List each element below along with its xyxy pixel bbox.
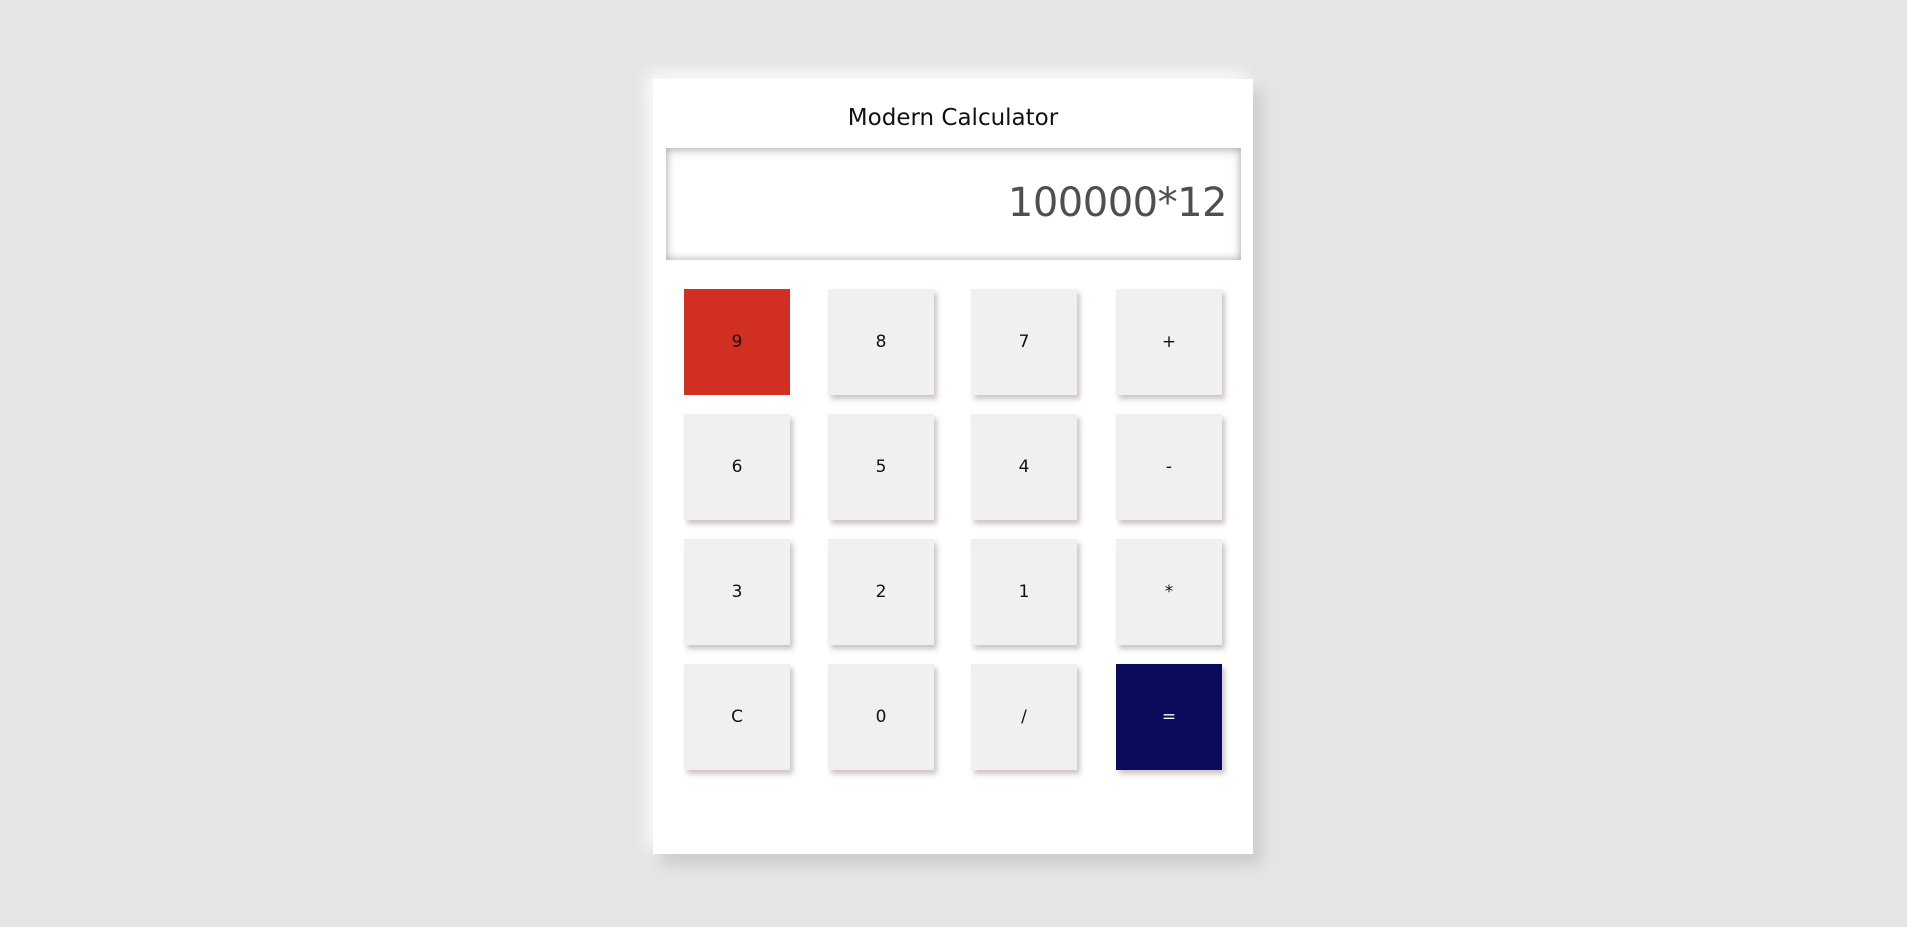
- key-label: *: [1164, 582, 1174, 602]
- key-9-button[interactable]: 9: [684, 289, 790, 395]
- display-value: 100000*12: [1007, 180, 1228, 226]
- key-label: =: [1161, 707, 1177, 727]
- key-divide-button[interactable]: /: [971, 664, 1077, 770]
- key-3-button[interactable]: 3: [684, 539, 790, 645]
- key-label: 0: [875, 707, 887, 727]
- key-label: /: [1021, 707, 1027, 727]
- key-0-button[interactable]: 0: [828, 664, 934, 770]
- key-label: 1: [1018, 582, 1030, 602]
- key-label: 4: [1018, 457, 1030, 477]
- key-minus-button[interactable]: -: [1116, 414, 1222, 520]
- key-label: 2: [875, 582, 887, 602]
- key-label: -: [1165, 457, 1173, 477]
- key-label: 6: [731, 457, 743, 477]
- key-label: 5: [875, 457, 887, 477]
- key-plus-button[interactable]: +: [1116, 289, 1222, 395]
- calculator-title: Modern Calculator: [847, 105, 1059, 131]
- key-label: 7: [1018, 332, 1030, 352]
- key-label: 9: [731, 332, 743, 352]
- key-label: 3: [731, 582, 743, 602]
- key-7-button[interactable]: 7: [971, 289, 1077, 395]
- key-label: +: [1161, 332, 1177, 352]
- calculator-panel: Modern Calculator 100000*12 9 8 7 + 6 5 …: [653, 79, 1253, 854]
- key-label: 8: [875, 332, 887, 352]
- key-multiply-button[interactable]: *: [1116, 539, 1222, 645]
- key-label: C: [731, 707, 743, 727]
- key-4-button[interactable]: 4: [971, 414, 1077, 520]
- key-1-button[interactable]: 1: [971, 539, 1077, 645]
- key-8-button[interactable]: 8: [828, 289, 934, 395]
- key-6-button[interactable]: 6: [684, 414, 790, 520]
- key-clear-button[interactable]: C: [684, 664, 790, 770]
- key-5-button[interactable]: 5: [828, 414, 934, 520]
- key-2-button[interactable]: 2: [828, 539, 934, 645]
- calculator-display: 100000*12: [666, 148, 1241, 260]
- key-equals-button[interactable]: =: [1116, 664, 1222, 770]
